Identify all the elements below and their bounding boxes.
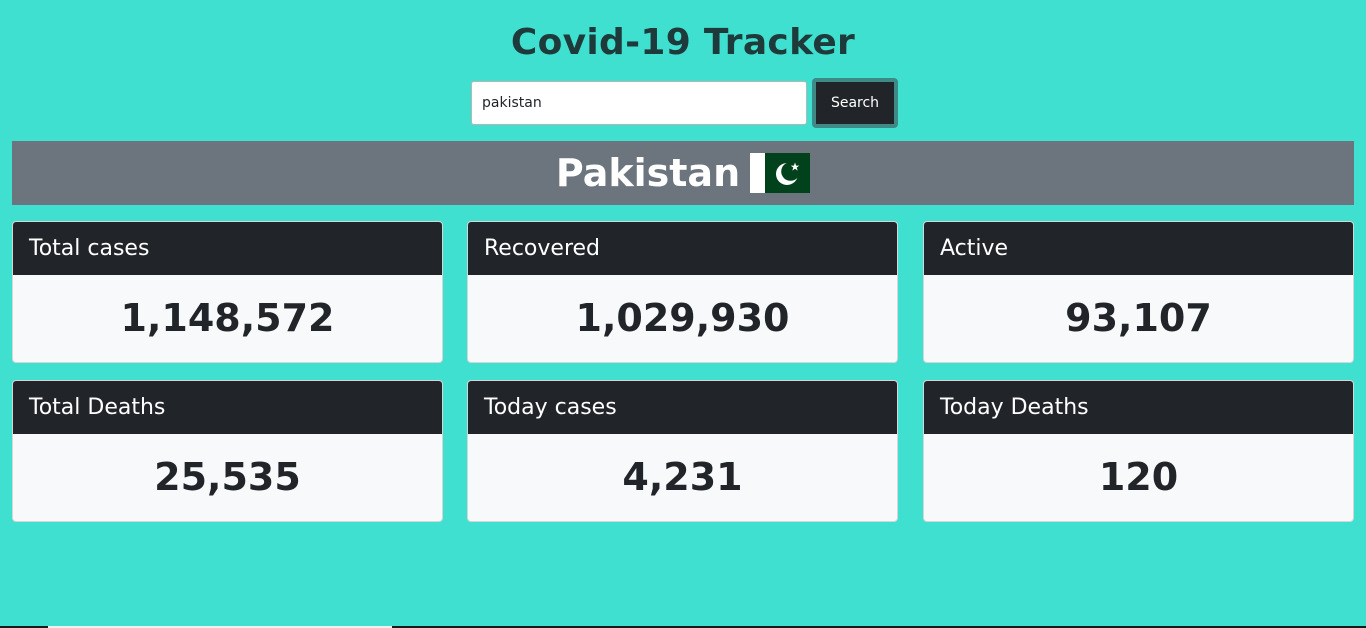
search-button[interactable]: Search [812,78,898,128]
flag-crescent-star-icon [765,153,811,193]
country-banner: Pakistan [12,141,1354,205]
pakistan-flag-icon [750,153,811,193]
stat-card-label: Total cases [13,222,442,275]
stat-card-value: 4,231 [622,455,743,499]
stat-card-label: Total Deaths [13,381,442,434]
stat-card-value: 1,029,930 [575,296,790,340]
stat-card-today-cases: Today cases 4,231 [467,380,898,522]
stat-card-recovered: Recovered 1,029,930 [467,221,898,363]
stat-card-value: 25,535 [154,455,301,499]
page: Covid-19 Tracker Search Pakistan Total c… [0,0,1366,628]
stat-card-today-deaths: Today Deaths 120 [923,380,1354,522]
stat-card-label: Active [924,222,1353,275]
country-search-input[interactable] [471,81,807,125]
stat-card-value: 120 [1098,455,1179,499]
stat-card-value: 1,148,572 [120,296,335,340]
stat-card-total-deaths: Total Deaths 25,535 [12,380,443,522]
country-name: Pakistan [555,151,741,195]
stat-card-label: Today Deaths [924,381,1353,434]
stat-card-total-cases: Total cases 1,148,572 [12,221,443,363]
flag-white-stripe [750,153,766,193]
page-title: Covid-19 Tracker [510,22,856,63]
stat-card-value: 93,107 [1065,296,1212,340]
stat-card-label: Today cases [468,381,897,434]
stat-card-label: Recovered [468,222,897,275]
stat-card-active: Active 93,107 [923,221,1354,363]
